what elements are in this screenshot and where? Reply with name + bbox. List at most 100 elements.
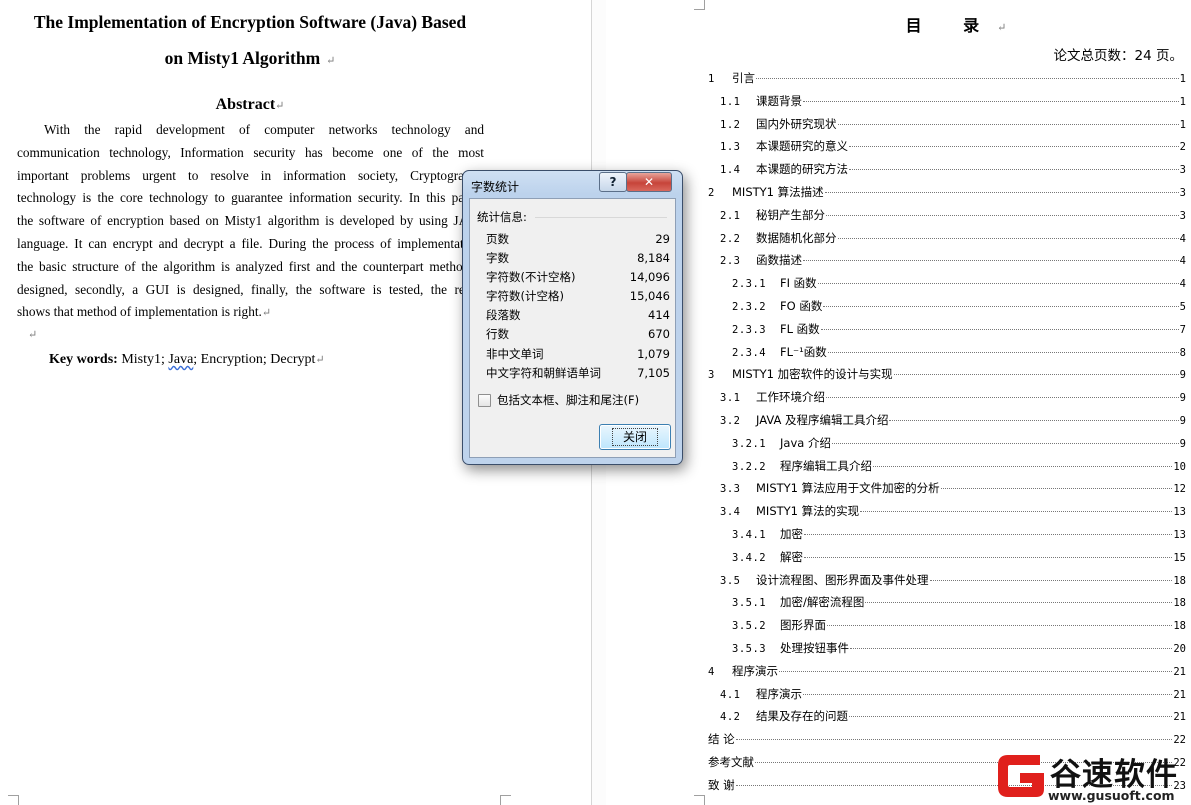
toc-dot-leader	[735, 739, 1173, 741]
toc-entry-title: 工作环境介绍	[756, 390, 825, 405]
toc-entry-page: 7	[1179, 323, 1186, 336]
toc-dot-leader	[865, 602, 1173, 604]
stat-label: 段落数	[486, 308, 521, 323]
toc-entry-page: 3	[1179, 164, 1186, 177]
toc-entry[interactable]: 3.5.1 加密/解密流程图 18	[708, 591, 1186, 614]
toc-entry-page: 21	[1173, 688, 1186, 701]
stat-value: 8,184	[637, 251, 670, 266]
toc-dot-leader	[940, 488, 1173, 490]
page-corner-mark	[694, 0, 705, 10]
toc-entry[interactable]: 3.5.2 图形界面 18	[708, 614, 1186, 637]
toc-entry[interactable]: 2 MISTY1 算法描述 3	[708, 181, 1186, 204]
toc-entry[interactable]: 3.4.2 解密 15	[708, 546, 1186, 569]
toc-entry[interactable]: 4.2 结果及存在的问题 21	[708, 705, 1186, 728]
toc-entry[interactable]: 4 程序演示 21	[708, 660, 1186, 683]
abstract-line: shows that method of implementation is r…	[17, 301, 484, 324]
toc-entry[interactable]: 3.3 MISTY1 算法应用于文件加密的分析 12	[708, 477, 1186, 500]
toc-entry-title: 结 论	[708, 732, 735, 747]
toc-dot-leader	[756, 78, 1179, 79]
toc-entry[interactable]: 3 MISTY1 加密软件的设计与实现 9	[708, 363, 1186, 386]
toc-entry[interactable]: 1.2 国内外研究现状 1	[708, 113, 1186, 136]
toc-entry-title: MISTY1 加密软件的设计与实现	[732, 367, 893, 382]
toc-entry[interactable]: 3.5 设计流程图、图形界面及事件处理 18	[708, 569, 1186, 592]
toc-entry-number: 3.5.3	[732, 642, 767, 655]
toc-entry-number: 3.3	[720, 483, 741, 496]
toc-entry[interactable]: 2.3.1 FI 函数 4	[708, 272, 1186, 295]
toc-entry-page: 4	[1179, 255, 1186, 268]
toc-entry[interactable]: 4.1 程序演示 21	[708, 683, 1186, 706]
abstract-line: language. It can encrypt and decrypt a f…	[17, 235, 484, 251]
toc-entry-title: 处理按钮事件	[780, 640, 849, 655]
abstract-line: technology is the core technology to gua…	[17, 190, 484, 206]
toc-entry-title: 秘钥产生部分	[756, 207, 825, 222]
document-page-right[interactable]: 目 录↵ 论文总页数：24 页。 1 引言 1 1.1 课题背景 1 1.2 国内外研究现状 1…	[606, 0, 1191, 805]
keywords-line: Key words: Misty1; Java; Encryption; Dec…	[49, 352, 325, 368]
toc-entry[interactable]: 1 引言 1	[708, 67, 1186, 90]
abstract-line: communication technology, Information se…	[17, 144, 484, 160]
include-textboxes-option[interactable]: 包括文本框、脚注和尾注(F)	[478, 392, 639, 408]
toc-entry[interactable]: 2.1 秘钥产生部分 3	[708, 204, 1186, 227]
stat-row: 行数 670	[486, 325, 670, 344]
toc-entry[interactable]: 1.1 课题背景 1	[708, 90, 1186, 113]
paragraph-mark: ↵	[275, 100, 285, 112]
toc-dot-leader	[831, 442, 1179, 444]
stat-row: 字符数(计空格) 15,046	[486, 287, 670, 306]
toc-entry[interactable]: 1.3 本课题研究的意义 2	[708, 135, 1186, 158]
toc-entry-title: 程序演示	[732, 663, 778, 678]
toc-entry[interactable]: 3.2 JAVA 及程序编辑工具介绍 9	[708, 409, 1186, 432]
paragraph-mark: ↵	[315, 354, 325, 366]
word-count-dialog[interactable]: 字数统计 ? ✕ 统计信息: 页数 29 字数 8,184 字符数(不计空格) 14,09…	[462, 170, 683, 465]
toc-dot-leader	[849, 146, 1179, 148]
paragraph-mark: ↵	[997, 21, 1007, 34]
window-close-button[interactable]: ✕	[626, 172, 672, 192]
toc-entry-page: 12	[1173, 483, 1186, 496]
abstract-line: important problems urgent to resolve in …	[17, 167, 484, 183]
toc-entry-title: 结果及存在的问题	[756, 709, 848, 724]
include-textboxes-checkbox[interactable]	[478, 393, 491, 407]
toc-entry-page: 9	[1179, 414, 1186, 427]
toc-entry-title: 数据随机化部分	[756, 230, 837, 245]
keywords-java-spellcheck[interactable]: Java	[168, 352, 193, 367]
help-button[interactable]: ?	[599, 172, 627, 192]
page-corner-mark	[694, 795, 705, 805]
stat-value: 670	[648, 327, 670, 342]
toc-entry[interactable]: 3.5.3 处理按钮事件 20	[708, 637, 1186, 660]
stat-row: 中文字符和朝鲜语单词 7,105	[486, 364, 670, 383]
toc-entry-page: 9	[1179, 369, 1186, 382]
abstract-line: the basic structure of the algorithm is …	[17, 258, 484, 274]
abstract-line: With the rapid development of computer n…	[44, 122, 484, 137]
toc-entry-page: 20	[1173, 642, 1186, 655]
toc-entry[interactable]: 2.2 数据随机化部分 4	[708, 227, 1186, 250]
abstract-line: the software of encryption based on Mist…	[17, 213, 484, 229]
stat-value: 1,079	[637, 346, 670, 361]
toc-entry[interactable]: 3.1 工作环境介绍 9	[708, 386, 1186, 409]
close-button[interactable]: 关闭	[599, 424, 671, 450]
toc-entry[interactable]: 3.4 MISTY1 算法的实现 13	[708, 500, 1186, 523]
toc-entry[interactable]: 3.2.1 Java 介绍 9	[708, 432, 1186, 455]
toc-dot-leader	[826, 214, 1179, 216]
toc-entry-title: JAVA 及程序编辑工具介绍	[756, 412, 889, 427]
toc-entry[interactable]: 2.3.3 FL 函数 7	[708, 318, 1186, 341]
stats-separator	[535, 217, 667, 218]
toc-entry-title: 本课题的研究方法	[756, 162, 848, 177]
toc-entry-title: 程序编辑工具介绍	[780, 458, 872, 473]
toc-entry-number: 2.3	[720, 255, 741, 268]
stat-value: 14,096	[629, 270, 670, 285]
toc-entry-title: 设计流程图、图形界面及事件处理	[756, 572, 929, 587]
toc-entry[interactable]: 2.3.2 FO 函数 5	[708, 295, 1186, 318]
toc-entry-page: 1	[1179, 118, 1186, 131]
stat-label: 字符数(计空格)	[486, 289, 564, 304]
toc-entry[interactable]: 1.4 本课题的研究方法 3	[708, 158, 1186, 181]
toc-entry[interactable]: 3.4.1 加密 13	[708, 523, 1186, 546]
stat-value: 15,046	[629, 289, 670, 304]
toc-entry-title: 课题背景	[756, 93, 802, 108]
toc-entry-number: 3.5	[720, 574, 741, 587]
toc-entry[interactable]: 2.3.4 FL⁻¹函数 8	[708, 341, 1186, 364]
toc-entry[interactable]: 3.2.2 程序编辑工具介绍 10	[708, 455, 1186, 478]
toc-entry[interactable]: 2.3 函数描述 4	[708, 249, 1186, 272]
toc-dot-leader	[827, 351, 1179, 353]
toc-entry-title: 本课题研究的意义	[756, 139, 848, 154]
toc-dot-leader	[849, 716, 1173, 718]
toc-entry-title: 函数描述	[756, 253, 802, 268]
toc-entry-page: 4	[1179, 232, 1186, 245]
